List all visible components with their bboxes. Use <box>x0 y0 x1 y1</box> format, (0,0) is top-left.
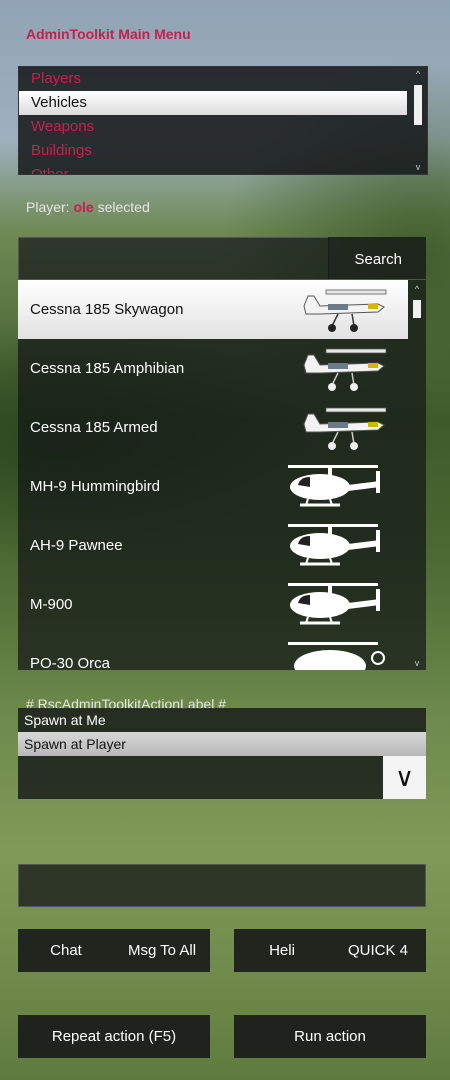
helicopter-icon <box>288 583 380 625</box>
vehicle-item[interactable]: Cessna 185 Skywagon <box>18 280 408 339</box>
vehicle-label: Cessna 185 Amphibian <box>30 360 185 377</box>
search-input[interactable] <box>18 237 330 280</box>
plane-icon <box>303 289 387 332</box>
scroll-up-icon[interactable]: ^ <box>413 69 423 79</box>
player-prefix: Player: <box>26 199 70 215</box>
quick-button-group: Heli QUICK 4 <box>234 929 426 972</box>
vehicle-label: MH-9 Hummingbird <box>30 478 161 495</box>
category-list[interactable]: Players Vehicles Weapons Buildings Other… <box>18 66 428 175</box>
menu-item-other[interactable]: Other <box>19 163 407 174</box>
vehicle-item[interactable]: MH-9 Hummingbird <box>18 457 408 516</box>
helicopter-icon <box>288 524 380 566</box>
quick4-button[interactable]: QUICK 4 <box>330 929 426 972</box>
plane-icon <box>303 348 387 391</box>
scroll-down-icon[interactable]: v <box>412 658 422 668</box>
message-input[interactable] <box>18 864 426 907</box>
action-option-spawn-player[interactable]: Spawn at Player <box>18 732 426 756</box>
vehicle-label: M-900 <box>30 596 73 613</box>
repeat-action-button[interactable]: Repeat action (F5) <box>18 1015 210 1058</box>
helicopter-icon <box>288 465 380 507</box>
scroll-up-icon[interactable]: ^ <box>412 284 422 294</box>
player-status: Player: ole selected <box>26 199 150 215</box>
search-button[interactable]: Search <box>328 237 426 279</box>
chat-button-group: Chat Msg To All <box>18 929 210 972</box>
vehicle-item[interactable]: PO-30 Orca <box>18 634 408 670</box>
chat-button[interactable]: Chat <box>18 929 114 972</box>
run-action-button[interactable]: Run action <box>234 1015 426 1058</box>
chevron-down-icon[interactable]: ∨ <box>383 756 426 799</box>
player-suffix: selected <box>97 199 150 215</box>
msg-to-all-button[interactable]: Msg To All <box>114 929 210 972</box>
vehicle-label: PO-30 Orca <box>30 655 111 670</box>
vehicle-label: AH-9 Pawnee <box>30 537 123 554</box>
action-option-spawn-me[interactable]: Spawn at Me <box>18 708 426 732</box>
vehicle-scrollbar-thumb[interactable] <box>413 300 421 318</box>
menu-item-players[interactable]: Players <box>19 67 407 91</box>
plane-icon <box>303 407 387 450</box>
menu-title: AdminToolkit Main Menu <box>26 26 191 42</box>
helicopter-icon <box>288 642 385 670</box>
action-combo[interactable]: ∨ <box>18 756 426 799</box>
vehicle-list[interactable]: Cessna 185 Skywagon Cessna 185 Amphibian… <box>18 280 426 670</box>
category-scrollbar-thumb[interactable] <box>414 85 422 125</box>
scroll-down-icon[interactable]: v <box>413 162 423 172</box>
vehicle-item[interactable]: M-900 <box>18 575 408 634</box>
vehicle-item[interactable]: Cessna 185 Armed <box>18 398 408 457</box>
player-name: ole <box>73 199 94 215</box>
menu-item-weapons[interactable]: Weapons <box>19 115 407 139</box>
menu-item-buildings[interactable]: Buildings <box>19 139 407 163</box>
vehicle-item[interactable]: Cessna 185 Amphibian <box>18 339 408 398</box>
action-list[interactable]: Spawn at Me Spawn at Player <box>18 708 426 756</box>
vehicle-item[interactable]: AH-9 Pawnee <box>18 516 408 575</box>
vehicle-label: Cessna 185 Skywagon <box>30 301 184 318</box>
menu-item-vehicles[interactable]: Vehicles <box>19 91 407 115</box>
heli-button[interactable]: Heli <box>234 929 330 972</box>
vehicle-label: Cessna 185 Armed <box>30 419 158 436</box>
